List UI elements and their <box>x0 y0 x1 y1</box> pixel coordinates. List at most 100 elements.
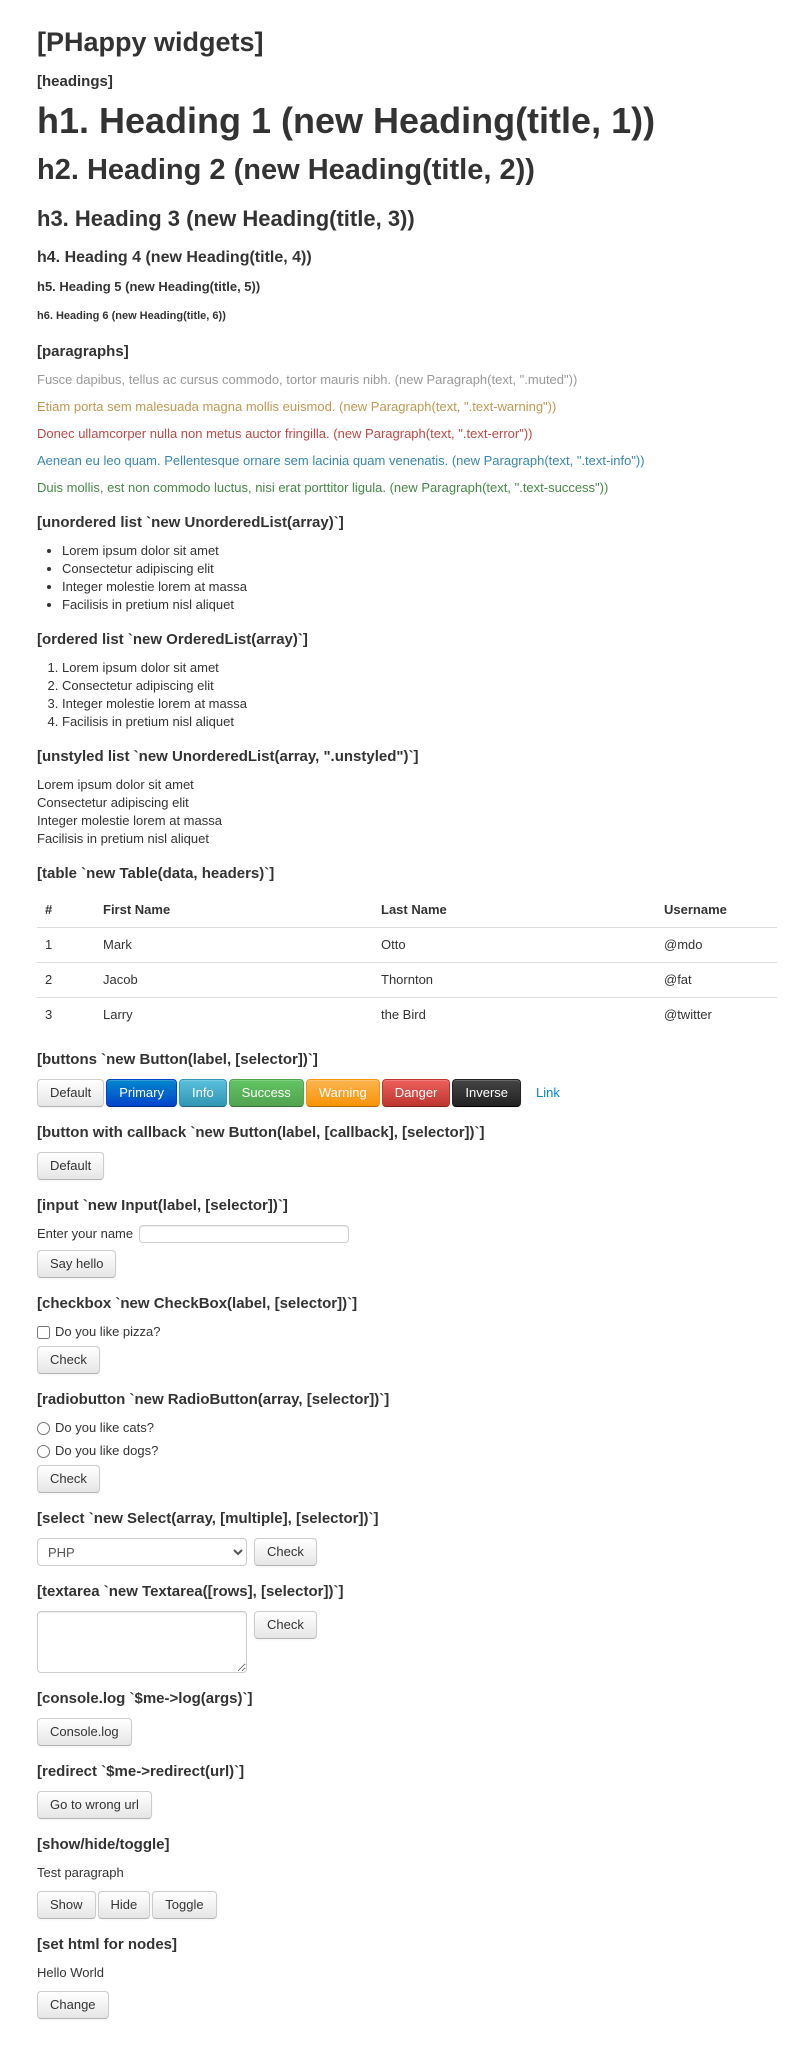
heading-h1: h1. Heading 1 (new Heading(title, 1)) <box>37 100 656 141</box>
paragraph-muted: Fusce dapibus, tellus ac cursus commodo,… <box>37 372 578 387</box>
page-root: [PHappy widgets] [headings] h1. Heading … <box>0 0 808 2041</box>
button-warning[interactable]: Warning <box>305 1079 380 1107</box>
message-textarea[interactable] <box>37 1611 247 1673</box>
select-row: PHP Check <box>37 1538 777 1566</box>
footer-spacer <box>37 2023 777 2041</box>
toggle-button[interactable]: Toggle <box>152 1891 217 1919</box>
table-cell: Thornton <box>373 962 656 998</box>
heading-h4: h4. Heading 4 (new Heading(title, 4)) <box>37 249 312 266</box>
pizza-checkbox-label[interactable]: Do you like pizza? <box>55 1323 161 1341</box>
table-cell: Otto <box>373 927 656 963</box>
radio-row-cats[interactable]: Do you like cats? <box>37 1419 777 1437</box>
button-inverse[interactable]: Inverse <box>452 1079 522 1107</box>
paragraph-warning: Etiam porta sem malesuada magna mollis e… <box>37 399 557 414</box>
show-button[interactable]: Show <box>37 1891 96 1919</box>
unordered-list: Lorem ipsum dolor sit amet Consectetur a… <box>62 542 777 614</box>
callback-button-row: Default <box>37 1152 777 1180</box>
section-heading-radiobutton: [radiobutton `new RadioButton(array, [se… <box>37 1391 390 1408</box>
table-row: 3 Larry the Bird @twitter <box>37 997 777 1032</box>
section-heading-buttons: [buttons `new Button(label, [selector])`… <box>37 1051 318 1068</box>
pizza-checkbox[interactable] <box>37 1325 50 1339</box>
heading-h5: h5. Heading 5 (new Heading(title, 5)) <box>37 279 261 294</box>
section-heading-redirect: [redirect `$me->redirect(url)`] <box>37 1763 245 1780</box>
list-item: Facilisis in pretium nisl aliquet <box>62 713 777 731</box>
checkbox-check-button[interactable]: Check <box>37 1346 100 1374</box>
table-cell: Jacob <box>95 962 373 998</box>
say-hello-row: Say hello <box>37 1250 777 1278</box>
name-input[interactable] <box>139 1225 350 1243</box>
list-item: Lorem ipsum dolor sit amet <box>62 542 777 560</box>
table-cell: @twitter <box>656 997 777 1032</box>
console-log-row: Console.log <box>37 1718 777 1746</box>
radio-row-dogs[interactable]: Do you like dogs? <box>37 1442 777 1460</box>
unstyled-list: Lorem ipsum dolor sit amet Consectetur a… <box>37 776 777 848</box>
table-header-row: # First Name Last Name Username <box>37 893 777 928</box>
button-info[interactable]: Info <box>178 1079 227 1107</box>
toggle-test-paragraph: Test paragraph <box>37 1865 124 1880</box>
change-button[interactable]: Change <box>37 1991 109 2019</box>
dogs-radio-label[interactable]: Do you like dogs? <box>55 1442 158 1460</box>
button-callback-default[interactable]: Default <box>37 1152 105 1180</box>
content-container: [PHappy widgets] [headings] h1. Heading … <box>37 26 777 2041</box>
list-item: Consectetur adipiscing elit <box>62 560 777 578</box>
list-item: Consectetur adipiscing elit <box>62 677 777 695</box>
console-log-button[interactable]: Console.log <box>37 1718 132 1746</box>
hide-button[interactable]: Hide <box>97 1891 151 1919</box>
cats-radio[interactable] <box>37 1421 50 1435</box>
section-heading-checkbox: [checkbox `new CheckBox(label, [selector… <box>37 1295 358 1312</box>
say-hello-button[interactable]: Say hello <box>37 1250 117 1278</box>
button-danger[interactable]: Danger <box>381 1079 451 1107</box>
table-cell: 3 <box>37 997 95 1032</box>
table-cell: @mdo <box>656 927 777 963</box>
list-item: Integer molestie lorem at massa <box>62 578 777 596</box>
input-label: Enter your name <box>37 1226 134 1241</box>
redirect-button[interactable]: Go to wrong url <box>37 1791 152 1819</box>
set-html-paragraph: Hello World <box>37 1965 104 1980</box>
table-head: # First Name Last Name Username <box>37 893 777 928</box>
change-row: Change <box>37 1991 777 2019</box>
section-heading-unstyled-list: [unstyled list `new UnorderedList(array,… <box>37 748 419 765</box>
checkbox-check-row: Check <box>37 1346 777 1374</box>
checkbox-row[interactable]: Do you like pizza? <box>37 1323 777 1341</box>
heading-h2: h2. Heading 2 (new Heading(title, 2)) <box>37 154 535 186</box>
list-item: Lorem ipsum dolor sit amet <box>62 659 777 677</box>
table-cell: Larry <box>95 997 373 1032</box>
table-cell: 2 <box>37 962 95 998</box>
paragraph-info: Aenean eu leo quam. Pellentesque ornare … <box>37 453 645 468</box>
button-success[interactable]: Success <box>228 1079 304 1107</box>
table-header-cell: Last Name <box>373 893 656 928</box>
radio-check-button[interactable]: Check <box>37 1465 100 1493</box>
list-item: Lorem ipsum dolor sit amet <box>37 777 194 792</box>
table-body: 1 Mark Otto @mdo 2 Jacob Thornton @fat 3… <box>37 927 777 1032</box>
button-link[interactable]: Link <box>523 1079 573 1107</box>
paragraph-group: Fusce dapibus, tellus ac cursus commodo,… <box>37 371 777 497</box>
select-check-button[interactable]: Check <box>254 1538 317 1566</box>
dogs-radio[interactable] <box>37 1444 50 1458</box>
language-select[interactable]: PHP <box>37 1538 247 1566</box>
textarea-check-button[interactable]: Check <box>254 1611 317 1639</box>
section-heading-ordered-list: [ordered list `new OrderedList(array)`] <box>37 631 308 648</box>
textarea-row: Check <box>37 1611 777 1673</box>
input-field-row: Enter your name <box>37 1225 777 1243</box>
cats-radio-label[interactable]: Do you like cats? <box>55 1419 154 1437</box>
section-heading-textarea: [textarea `new Textarea([rows], [selecto… <box>37 1583 344 1600</box>
list-item: Facilisis in pretium nisl aliquet <box>62 596 777 614</box>
section-heading-input: [input `new Input(label, [selector])`] <box>37 1197 288 1214</box>
section-heading-console-log: [console.log `$me->log(args)`] <box>37 1690 253 1707</box>
data-table: # First Name Last Name Username 1 Mark O… <box>37 893 777 1032</box>
list-item: Integer molestie lorem at massa <box>62 695 777 713</box>
table-cell: Mark <box>95 927 373 963</box>
table-row: 2 Jacob Thornton @fat <box>37 962 777 998</box>
radio-check-row: Check <box>37 1465 777 1493</box>
list-item: Consectetur adipiscing elit <box>37 795 189 810</box>
table-header-cell: First Name <box>95 893 373 928</box>
section-heading-show-hide-toggle: [show/hide/toggle] <box>37 1836 170 1853</box>
table-row: 1 Mark Otto @mdo <box>37 927 777 963</box>
section-heading-unordered-list: [unordered list `new UnorderedList(array… <box>37 514 344 531</box>
paragraph-success: Duis mollis, est non commodo luctus, nis… <box>37 480 609 495</box>
button-primary[interactable]: Primary <box>106 1079 177 1107</box>
section-heading-headings: [headings] <box>37 73 113 90</box>
table-cell: the Bird <box>373 997 656 1032</box>
button-default[interactable]: Default <box>37 1079 105 1107</box>
button-group: Default Primary Info Success Warning Danger In… <box>37 1079 777 1107</box>
